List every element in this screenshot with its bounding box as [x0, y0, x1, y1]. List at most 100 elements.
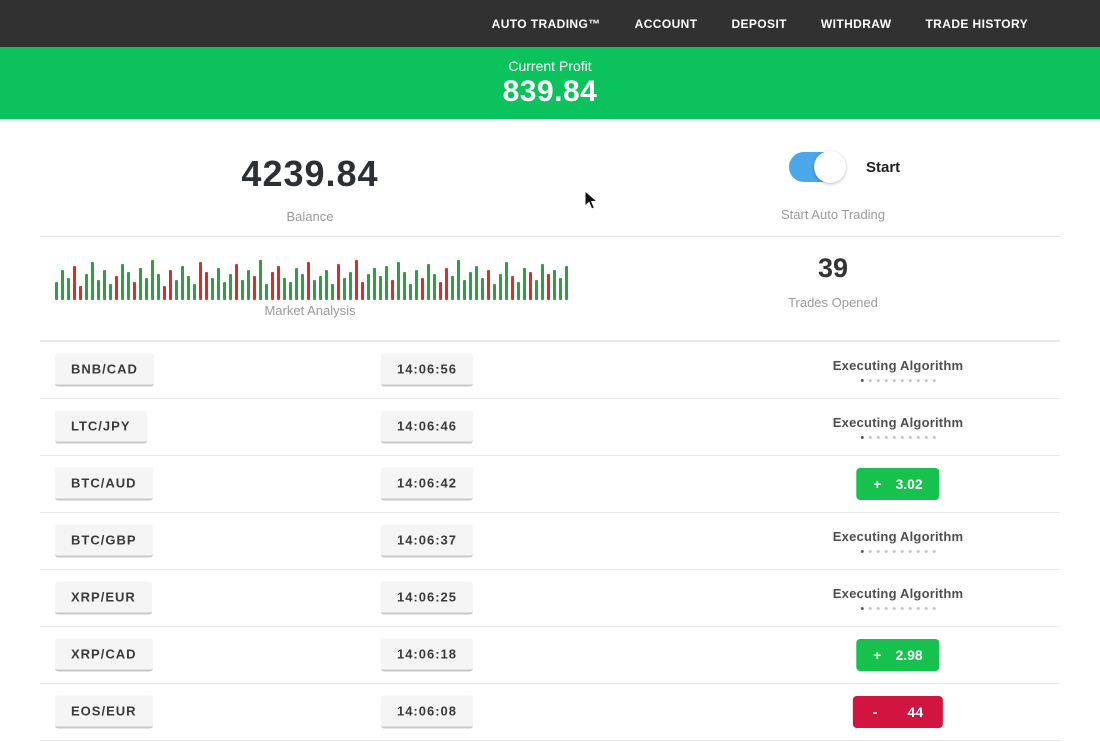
- trade-status: Executing Algorithm: [833, 586, 963, 610]
- table-row: XRP/EUR 14:06:25 Executing Algorithm: [0, 569, 1100, 626]
- executing-algorithm-label: Executing Algorithm: [833, 586, 963, 601]
- trades-opened-label: Trades Opened: [733, 295, 933, 310]
- balance-label: Balance: [160, 209, 460, 224]
- executing-algorithm-label: Executing Algorithm: [833, 529, 963, 544]
- market-bar: [553, 270, 556, 300]
- progress-dots: [833, 379, 963, 382]
- market-bar: [325, 270, 328, 300]
- market-bar: [511, 276, 514, 300]
- progress-dot: [877, 550, 880, 553]
- nav-item-account[interactable]: ACCOUNT: [635, 17, 698, 31]
- profit-badge: +2.98: [856, 639, 939, 671]
- market-bar: [397, 262, 400, 300]
- progress-dot: [925, 379, 928, 382]
- progress-dot: [917, 607, 920, 610]
- progress-dots: [833, 550, 963, 553]
- market-bar: [493, 284, 496, 300]
- market-bar: [73, 266, 76, 300]
- pair-badge: LTC/JPY: [55, 410, 147, 443]
- market-bar: [439, 282, 442, 300]
- current-profit-banner: Current Profit 839.84: [0, 47, 1100, 119]
- market-bar: [181, 266, 184, 300]
- trade-status: +3.02: [856, 468, 939, 500]
- pair-badge: BTC/GBP: [55, 524, 153, 557]
- market-bar: [487, 270, 490, 300]
- market-bar: [475, 266, 478, 300]
- trade-status: Executing Algorithm: [833, 529, 963, 553]
- profit-badge: +3.02: [856, 468, 939, 500]
- market-bar: [415, 270, 418, 300]
- balance-value: 4239.84: [160, 153, 460, 195]
- progress-dot: [893, 550, 896, 553]
- progress-dot: [861, 379, 864, 382]
- toggle-knob[interactable]: [814, 151, 846, 183]
- market-bar: [535, 280, 538, 300]
- nav-item-withdraw[interactable]: WITHDRAW: [821, 17, 892, 31]
- top-navbar: AUTO TRADING™ ACCOUNT DEPOSIT WITHDRAW TRADE…: [0, 0, 1100, 47]
- progress-dot: [893, 436, 896, 439]
- progress-dot: [893, 379, 896, 382]
- trade-status: -44: [853, 696, 943, 728]
- progress-dot: [893, 607, 896, 610]
- current-profit-label: Current Profit: [0, 47, 1100, 74]
- market-bar: [55, 282, 58, 300]
- trades-opened-value: 39: [733, 253, 933, 284]
- market-bar: [565, 266, 568, 300]
- progress-dots: [833, 436, 963, 439]
- nav-item-deposit[interactable]: DEPOSIT: [731, 17, 786, 31]
- market-bar: [505, 262, 508, 300]
- market-bar: [349, 272, 352, 300]
- market-bar: [373, 268, 376, 300]
- current-profit-value: 839.84: [0, 75, 1100, 109]
- market-bar: [331, 284, 334, 300]
- pair-badge: BNB/CAD: [55, 353, 154, 386]
- progress-dot: [877, 379, 880, 382]
- progress-dot: [869, 607, 872, 610]
- market-bar: [121, 264, 124, 300]
- market-bar: [283, 278, 286, 300]
- market-bar: [139, 268, 142, 300]
- progress-dot: [901, 607, 904, 610]
- market-bar: [145, 278, 148, 300]
- market-bar: [169, 270, 172, 300]
- pair-badge: XRP/CAD: [55, 638, 153, 671]
- market-analysis-section: Market Analysis 39 Trades Opened: [0, 237, 1100, 341]
- market-bar: [463, 280, 466, 300]
- nav-item-trade-history[interactable]: TRADE HISTORY: [925, 17, 1028, 31]
- market-bar: [109, 284, 112, 300]
- table-row: BNB/CAD 14:06:56 Executing Algorithm: [0, 341, 1100, 398]
- market-bar: [529, 272, 532, 300]
- pair-badge: BTC/AUD: [55, 467, 153, 500]
- market-bar: [277, 266, 280, 300]
- market-bar: [379, 276, 382, 300]
- market-bar: [97, 280, 100, 300]
- progress-dot: [861, 607, 864, 610]
- badge-value: 44: [908, 704, 924, 720]
- nav-item-auto-trading[interactable]: AUTO TRADING™: [492, 17, 601, 31]
- market-bar: [481, 278, 484, 300]
- trade-status: Executing Algorithm: [833, 415, 963, 439]
- badge-value: 3.02: [895, 476, 922, 492]
- market-bar: [451, 276, 454, 300]
- market-bar: [457, 260, 460, 300]
- progress-dot: [933, 550, 936, 553]
- progress-dot: [909, 607, 912, 610]
- market-bar: [85, 274, 88, 300]
- market-bar: [61, 270, 64, 300]
- executing-algorithm-label: Executing Algorithm: [833, 358, 963, 373]
- market-bar: [235, 264, 238, 300]
- progress-dot: [885, 550, 888, 553]
- market-bar: [163, 286, 166, 300]
- auto-trading-app: AUTO TRADING™ ACCOUNT DEPOSIT WITHDRAW TRADE…: [0, 0, 1100, 742]
- progress-dot: [925, 436, 928, 439]
- market-bar: [253, 276, 256, 300]
- market-bar: [427, 264, 430, 300]
- trades-list: BNB/CAD 14:06:56 Executing Algorithm LTC…: [0, 341, 1100, 741]
- market-bar: [67, 278, 70, 300]
- progress-dot: [869, 379, 872, 382]
- market-bar: [445, 268, 448, 300]
- market-bar: [337, 264, 340, 300]
- pair-badge: XRP/EUR: [55, 581, 152, 614]
- auto-trading-toggle[interactable]: [789, 152, 845, 182]
- market-analysis-chart: [55, 257, 568, 300]
